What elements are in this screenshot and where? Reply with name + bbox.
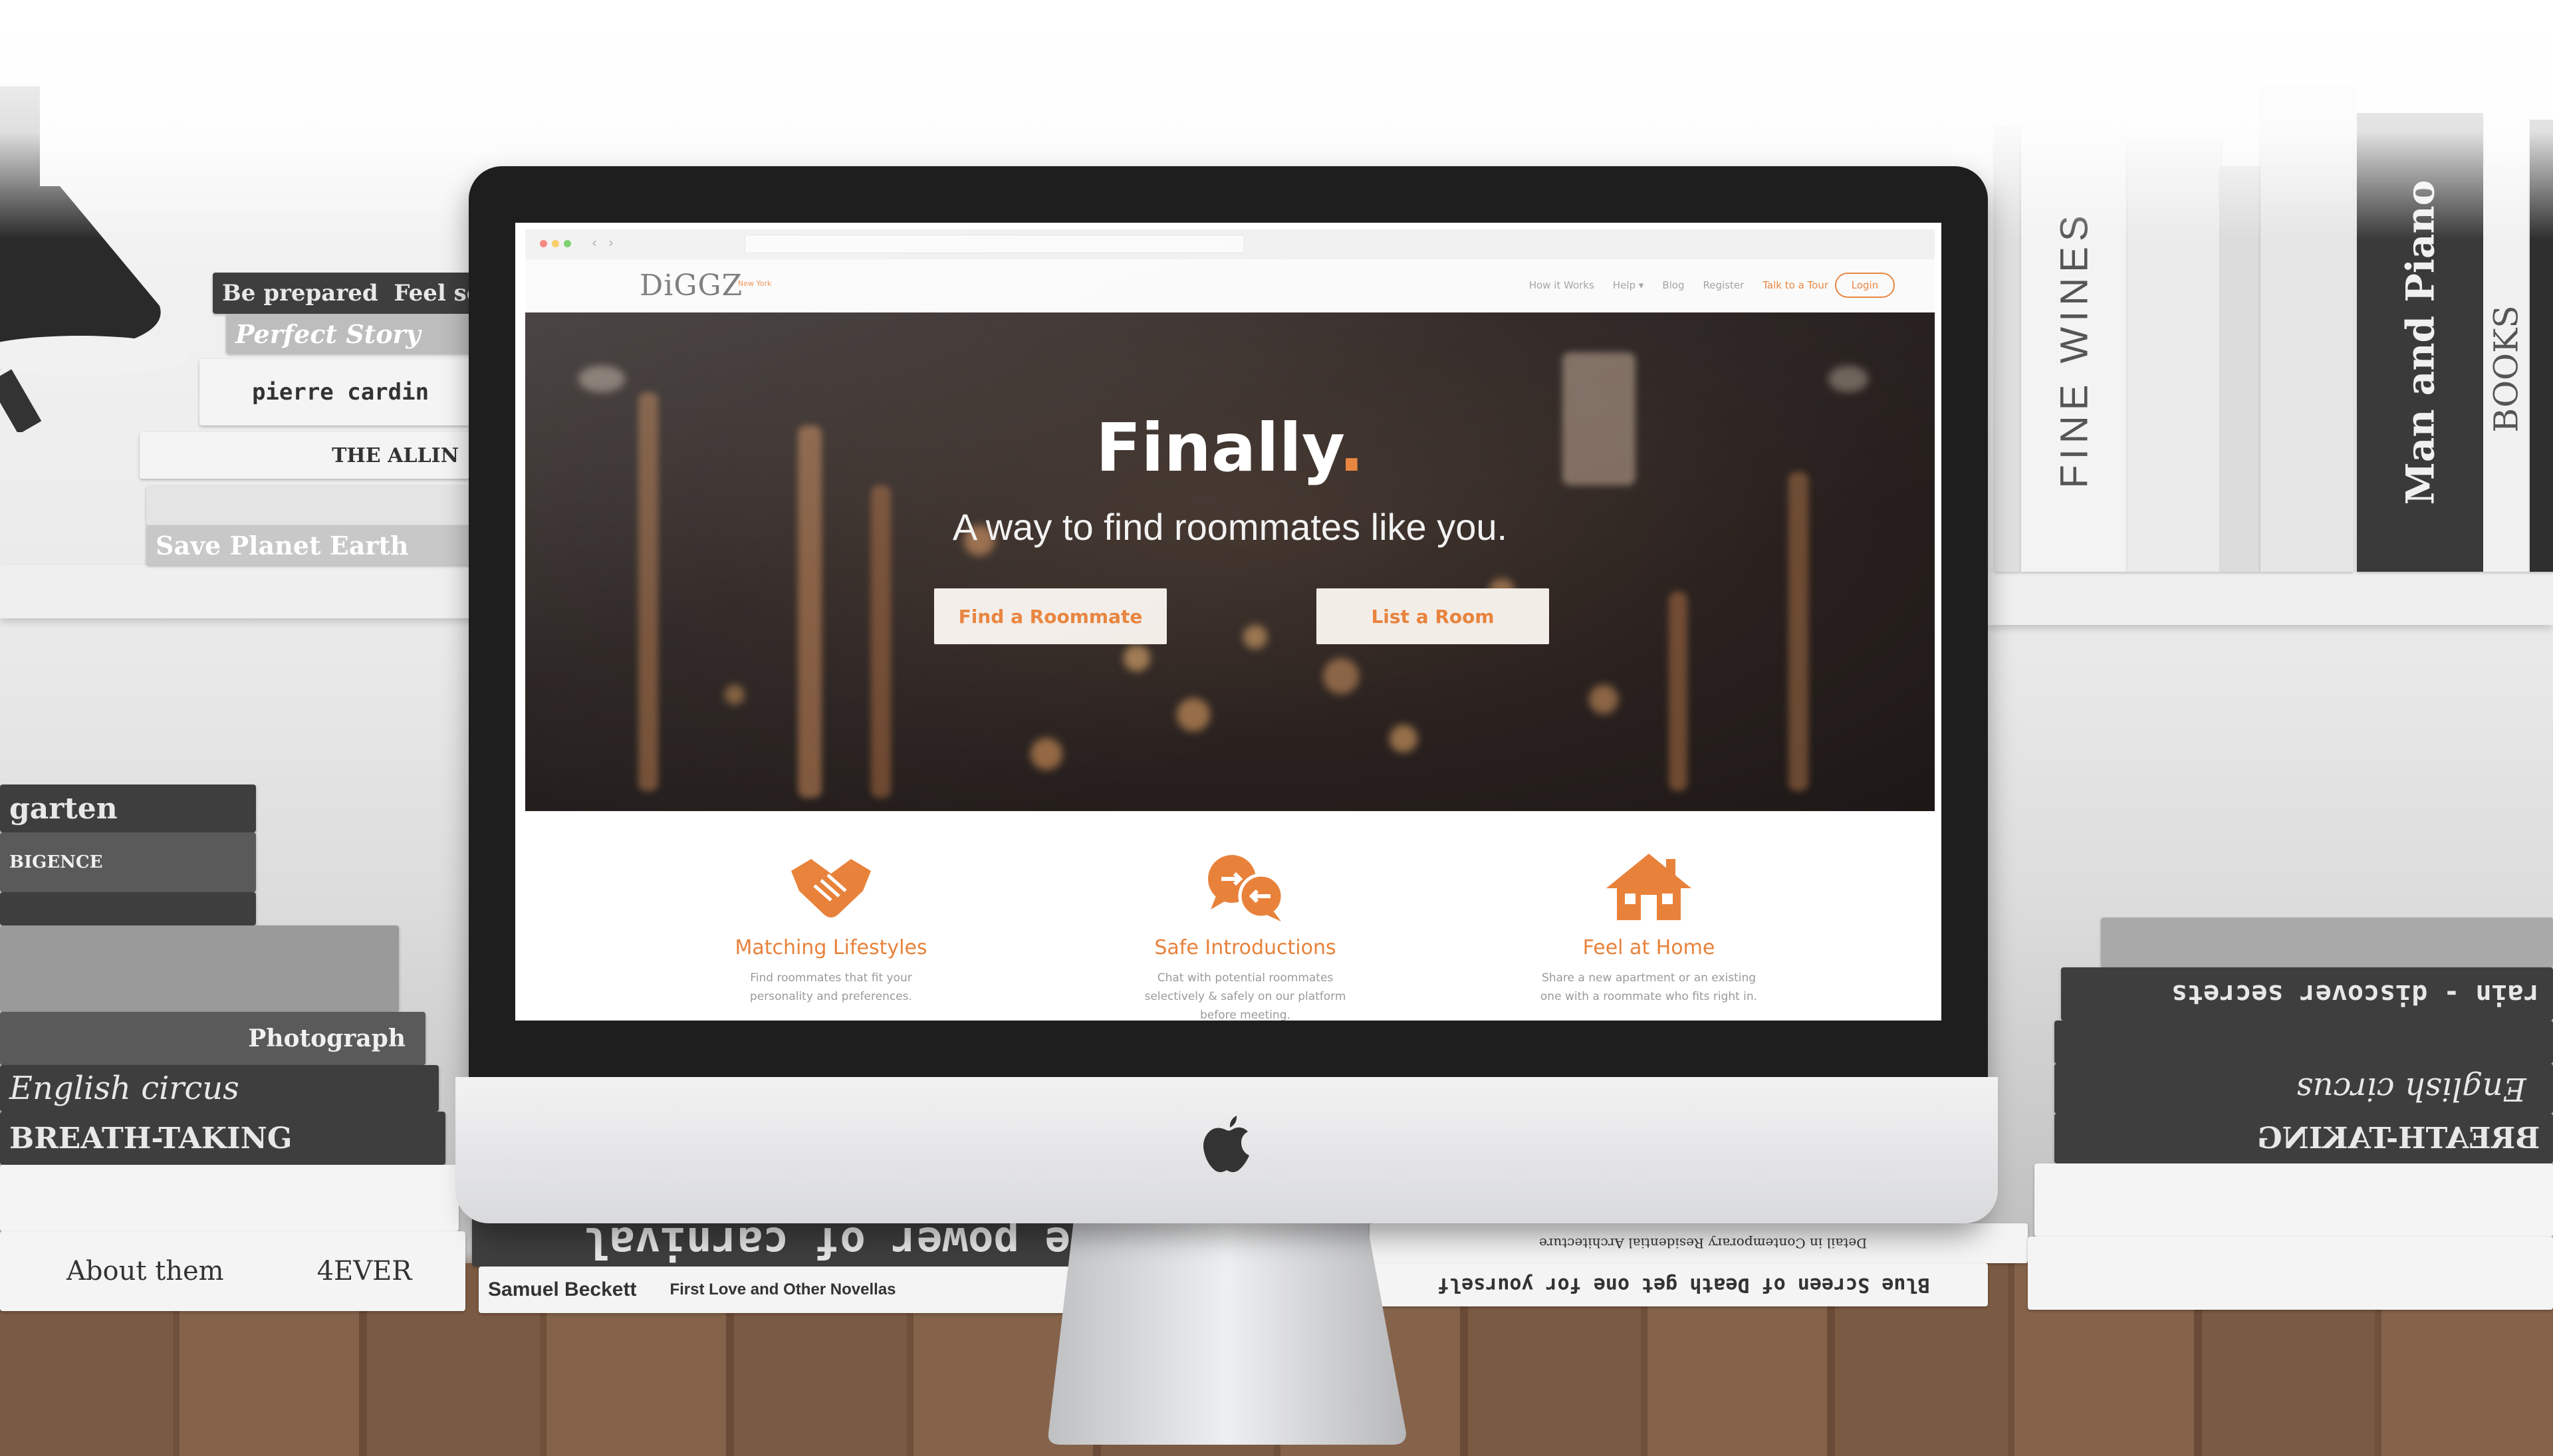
hero-section: Finally. A way to find roommates like yo… bbox=[525, 312, 1935, 811]
list-room-button[interactable]: List a Room bbox=[1316, 588, 1549, 644]
feature-description: Chat with potential roommates selectivel… bbox=[1144, 971, 1346, 1021]
book-spine: English circus bbox=[2054, 1064, 2553, 1114]
handshake-icon bbox=[791, 859, 871, 917]
book-spine: pierre cardin bbox=[199, 359, 472, 425]
book-spine bbox=[2101, 917, 2553, 967]
close-window-icon[interactable] bbox=[540, 240, 547, 247]
book-spine: Perfect Story bbox=[226, 314, 472, 354]
book-spine: Be prepared Feel secure bbox=[213, 273, 472, 314]
book-spine: THE ALLIN bbox=[140, 432, 472, 479]
minimize-window-icon[interactable] bbox=[552, 240, 559, 247]
photo-scene: Be prepared Feel secure Perfect Story pi… bbox=[0, 0, 2553, 1456]
features-section: Matching Lifestyles Find roommates that … bbox=[515, 811, 1941, 1021]
book-spine: BREATH-TAKING bbox=[2054, 1114, 2553, 1163]
left-shelf bbox=[0, 565, 479, 618]
feature-title: Matching Lifestyles bbox=[735, 936, 927, 959]
feature-title: Safe Introductions bbox=[1154, 936, 1336, 959]
find-roommate-button[interactable]: Find a Roommate bbox=[934, 588, 1167, 644]
book-spine bbox=[2054, 1021, 2553, 1064]
hero-title: Finally. bbox=[1096, 409, 1364, 487]
book-spine: Detail in Contemporary Residential Archi… bbox=[1370, 1223, 2028, 1263]
book-spine: Save Planet Earth bbox=[146, 525, 472, 565]
monitor-screen: ‹ › DiGGZ New York How it Works Help ▾ B… bbox=[515, 223, 1941, 1021]
site-logo-subtitle: New York bbox=[738, 279, 772, 288]
chat-icon bbox=[1208, 855, 1284, 921]
book-spine: e power of carnival bbox=[472, 1217, 1084, 1267]
book-spine: Blue Screen of Death get one for yoursel… bbox=[1370, 1263, 1988, 1306]
book-spine bbox=[0, 892, 256, 925]
login-button[interactable]: Login bbox=[1835, 273, 1895, 298]
nav-how-it-works[interactable]: How it Works bbox=[1529, 279, 1594, 291]
book-spine: Photograph bbox=[0, 1012, 426, 1065]
book-spine: garten bbox=[0, 785, 256, 832]
site-logo[interactable]: DiGGZ bbox=[640, 269, 743, 303]
book-spine bbox=[2028, 1237, 2553, 1310]
nav-tour[interactable]: Talk to a Tour bbox=[1763, 279, 1828, 291]
book-spine: rain - discover secrets bbox=[2061, 967, 2553, 1021]
book-spine bbox=[0, 1165, 459, 1231]
main-nav: How it Works Help ▾ Blog Register Talk t… bbox=[1529, 279, 1828, 291]
back-arrow-icon[interactable]: ‹ bbox=[592, 235, 597, 251]
book-spine bbox=[146, 485, 472, 525]
feature-description: Find roommates that fit your personality… bbox=[750, 971, 912, 1003]
browser-toolbar: ‹ › bbox=[525, 229, 1935, 260]
apple-logo-icon bbox=[1203, 1116, 1249, 1172]
book-spine bbox=[0, 925, 399, 1012]
nav-register[interactable]: Register bbox=[1703, 279, 1744, 291]
home-icon bbox=[1606, 854, 1691, 920]
address-bar[interactable] bbox=[745, 235, 1245, 253]
monitor-stand bbox=[1048, 1220, 1406, 1445]
book-spine bbox=[2034, 1163, 2553, 1237]
book-spine: English circus bbox=[0, 1065, 439, 1112]
feature-feel-at-home: Feel at Home Share a new apartment or an… bbox=[1489, 811, 1808, 1006]
hero-subtitle: A way to find roommates like you. bbox=[952, 506, 1508, 548]
site-header: DiGGZ New York How it Works Help ▾ Blog … bbox=[525, 259, 1935, 312]
feature-safe-introductions: Safe Introductions Chat with potential r… bbox=[1086, 811, 1405, 1021]
book-spine: Samuel Beckett First Love and Other Novel… bbox=[479, 1267, 1090, 1313]
feature-matching-lifestyles: Matching Lifestyles Find roommates that … bbox=[671, 811, 991, 1006]
feature-description: Share a new apartment or an existing one… bbox=[1540, 971, 1758, 1003]
maximize-window-icon[interactable] bbox=[564, 240, 571, 247]
nav-help[interactable]: Help ▾ bbox=[1613, 279, 1644, 291]
forward-arrow-icon[interactable]: › bbox=[608, 235, 614, 251]
hero-overlay bbox=[525, 312, 1935, 811]
book-spine: BREATH-TAKING bbox=[0, 1112, 445, 1165]
book-spine: BIGENCE bbox=[0, 832, 256, 892]
right-shelf bbox=[1988, 572, 2553, 625]
book-spine: About them 4EVER bbox=[0, 1231, 465, 1311]
feature-title: Feel at Home bbox=[1582, 936, 1715, 959]
nav-blog[interactable]: Blog bbox=[1662, 279, 1684, 291]
